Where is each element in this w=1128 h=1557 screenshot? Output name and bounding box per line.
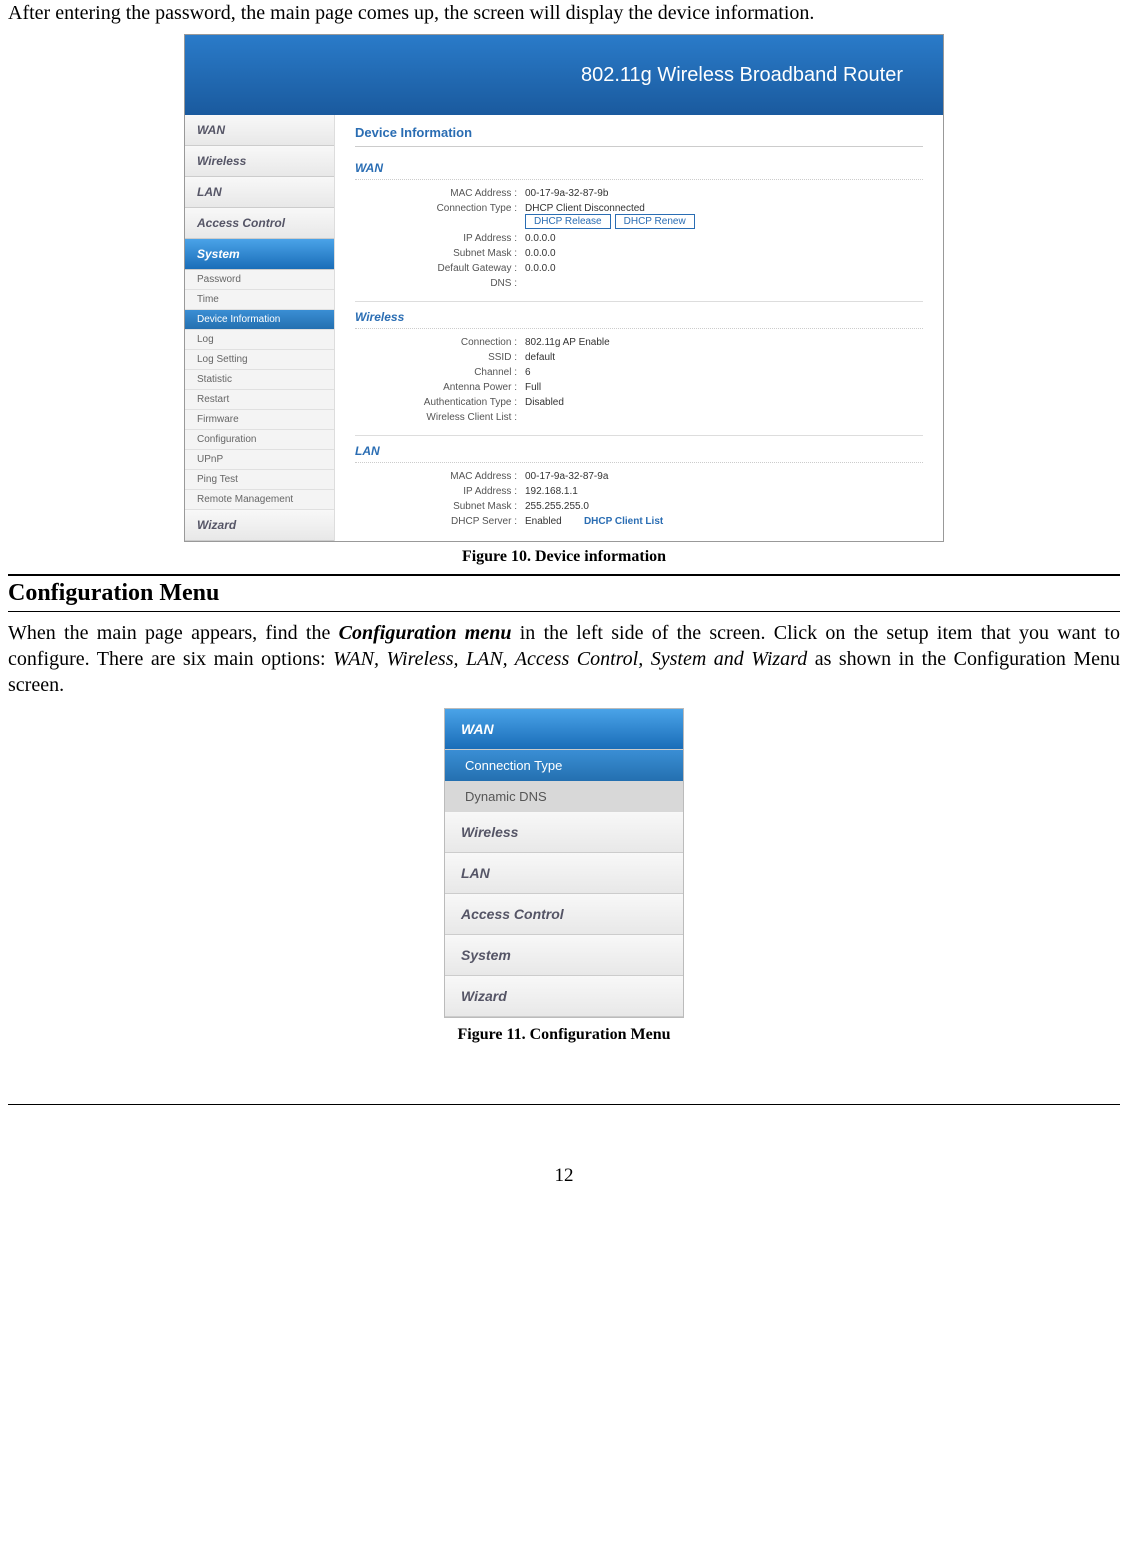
wireless-heading: Wireless bbox=[355, 310, 923, 329]
rule bbox=[8, 574, 1120, 576]
nav-wan[interactable]: WAN bbox=[185, 115, 334, 146]
nav-statistic[interactable]: Statistic bbox=[185, 370, 334, 390]
nav-wireless[interactable]: Wireless bbox=[185, 146, 334, 177]
lan-subnet-value: 255.255.255.0 bbox=[525, 501, 589, 512]
wl-conn-label: Connection : bbox=[355, 337, 525, 348]
lan-heading: LAN bbox=[355, 444, 923, 463]
figure-10-caption: Figure 10. Device information bbox=[8, 548, 1120, 566]
nav-log[interactable]: Log bbox=[185, 330, 334, 350]
wan-ip-value: 0.0.0.0 bbox=[525, 233, 556, 244]
screenshot-device-info: 802.11g Wireless Broadband Router WAN Wi… bbox=[184, 34, 944, 542]
lan-mac-label: MAC Address : bbox=[355, 471, 525, 482]
page-number: 12 bbox=[8, 1165, 1120, 1187]
wl-conn-value: 802.11g AP Enable bbox=[525, 337, 610, 348]
nav-time[interactable]: Time bbox=[185, 290, 334, 310]
wan-conntype-value: DHCP Client Disconnected DHCP Release DHC… bbox=[525, 203, 699, 229]
nav-ping-test[interactable]: Ping Test bbox=[185, 470, 334, 490]
wan-gateway-value: 0.0.0.0 bbox=[525, 263, 556, 274]
wl-auth-label: Authentication Type : bbox=[355, 397, 525, 408]
nav-system[interactable]: System bbox=[185, 239, 334, 270]
config-menu-heading: Configuration Menu bbox=[8, 580, 1120, 607]
dhcp-client-list-link[interactable]: DHCP Client List bbox=[584, 516, 663, 527]
wan-gateway-label: Default Gateway : bbox=[355, 263, 525, 274]
wl-channel-value: 6 bbox=[525, 367, 531, 378]
wl-ssid-value: default bbox=[525, 352, 555, 363]
lan-dhcp-label: DHCP Server : bbox=[355, 516, 525, 527]
menu-wireless[interactable]: Wireless bbox=[445, 812, 683, 853]
wl-ssid-label: SSID : bbox=[355, 352, 525, 363]
figure-11-caption: Figure 11. Configuration Menu bbox=[8, 1026, 1120, 1044]
menu-access-control[interactable]: Access Control bbox=[445, 894, 683, 935]
lan-ip-value: 192.168.1.1 bbox=[525, 486, 578, 497]
wan-dns-label: DNS : bbox=[355, 278, 525, 289]
wan-subnet-label: Subnet Mask : bbox=[355, 248, 525, 259]
wl-auth-value: Disabled bbox=[525, 397, 564, 408]
nav-upnp[interactable]: UPnP bbox=[185, 450, 334, 470]
wan-conntype-text: DHCP Client Disconnected bbox=[525, 203, 699, 214]
nav-access-control[interactable]: Access Control bbox=[185, 208, 334, 239]
router-title: 802.11g Wireless Broadband Router bbox=[581, 64, 903, 87]
config-menu-paragraph: When the main page appears, find the Con… bbox=[8, 620, 1120, 698]
wl-clientlist-label: Wireless Client List : bbox=[355, 412, 525, 423]
footer-rule bbox=[8, 1104, 1120, 1105]
divider bbox=[355, 435, 923, 436]
lan-mac-value: 00-17-9a-32-87-9a bbox=[525, 471, 608, 482]
device-info-panel: Device Information WAN MAC Address :00-1… bbox=[335, 115, 943, 541]
nav-firmware[interactable]: Firmware bbox=[185, 410, 334, 430]
panel-title: Device Information bbox=[355, 125, 923, 147]
menu-lan[interactable]: LAN bbox=[445, 853, 683, 894]
wan-mac-value: 00-17-9a-32-87-9b bbox=[525, 188, 608, 199]
text-em: WAN, Wireless, LAN, Access Control, Syst… bbox=[333, 648, 807, 670]
lan-ip-label: IP Address : bbox=[355, 486, 525, 497]
wl-channel-label: Channel : bbox=[355, 367, 525, 378]
text: When the main page appears, find the bbox=[8, 622, 339, 644]
nav-configuration[interactable]: Configuration bbox=[185, 430, 334, 450]
text-em: Configuration menu bbox=[339, 622, 512, 644]
wl-antenna-label: Antenna Power : bbox=[355, 382, 525, 393]
menu-wan[interactable]: WAN bbox=[445, 709, 683, 750]
wan-subnet-value: 0.0.0.0 bbox=[525, 248, 556, 259]
dhcp-release-button[interactable]: DHCP Release bbox=[525, 214, 611, 229]
wan-conntype-label: Connection Type : bbox=[355, 203, 525, 229]
menu-system[interactable]: System bbox=[445, 935, 683, 976]
wl-antenna-value: Full bbox=[525, 382, 541, 393]
menu-connection-type[interactable]: Connection Type bbox=[445, 750, 683, 781]
sidebar: WAN Wireless LAN Access Control System P… bbox=[185, 115, 335, 541]
lan-dhcp-value: Enabled bbox=[525, 516, 562, 527]
wan-ip-label: IP Address : bbox=[355, 233, 525, 244]
nav-remote-mgmt[interactable]: Remote Management bbox=[185, 490, 334, 510]
wan-heading: WAN bbox=[355, 161, 923, 180]
rule bbox=[8, 611, 1120, 612]
divider bbox=[355, 301, 923, 302]
router-header: 802.11g Wireless Broadband Router bbox=[185, 35, 943, 115]
lan-subnet-label: Subnet Mask : bbox=[355, 501, 525, 512]
nav-lan[interactable]: LAN bbox=[185, 177, 334, 208]
nav-restart[interactable]: Restart bbox=[185, 390, 334, 410]
nav-log-setting[interactable]: Log Setting bbox=[185, 350, 334, 370]
intro-paragraph: After entering the password, the main pa… bbox=[8, 0, 1120, 26]
menu-dynamic-dns[interactable]: Dynamic DNS bbox=[445, 781, 683, 812]
menu-wizard[interactable]: Wizard bbox=[445, 976, 683, 1017]
wan-mac-label: MAC Address : bbox=[355, 188, 525, 199]
dhcp-renew-button[interactable]: DHCP Renew bbox=[615, 214, 695, 229]
nav-wizard[interactable]: Wizard bbox=[185, 510, 334, 541]
screenshot-config-menu: WAN Connection Type Dynamic DNS Wireless… bbox=[444, 708, 684, 1018]
nav-device-info[interactable]: Device Information bbox=[185, 310, 334, 330]
nav-password[interactable]: Password bbox=[185, 270, 334, 290]
